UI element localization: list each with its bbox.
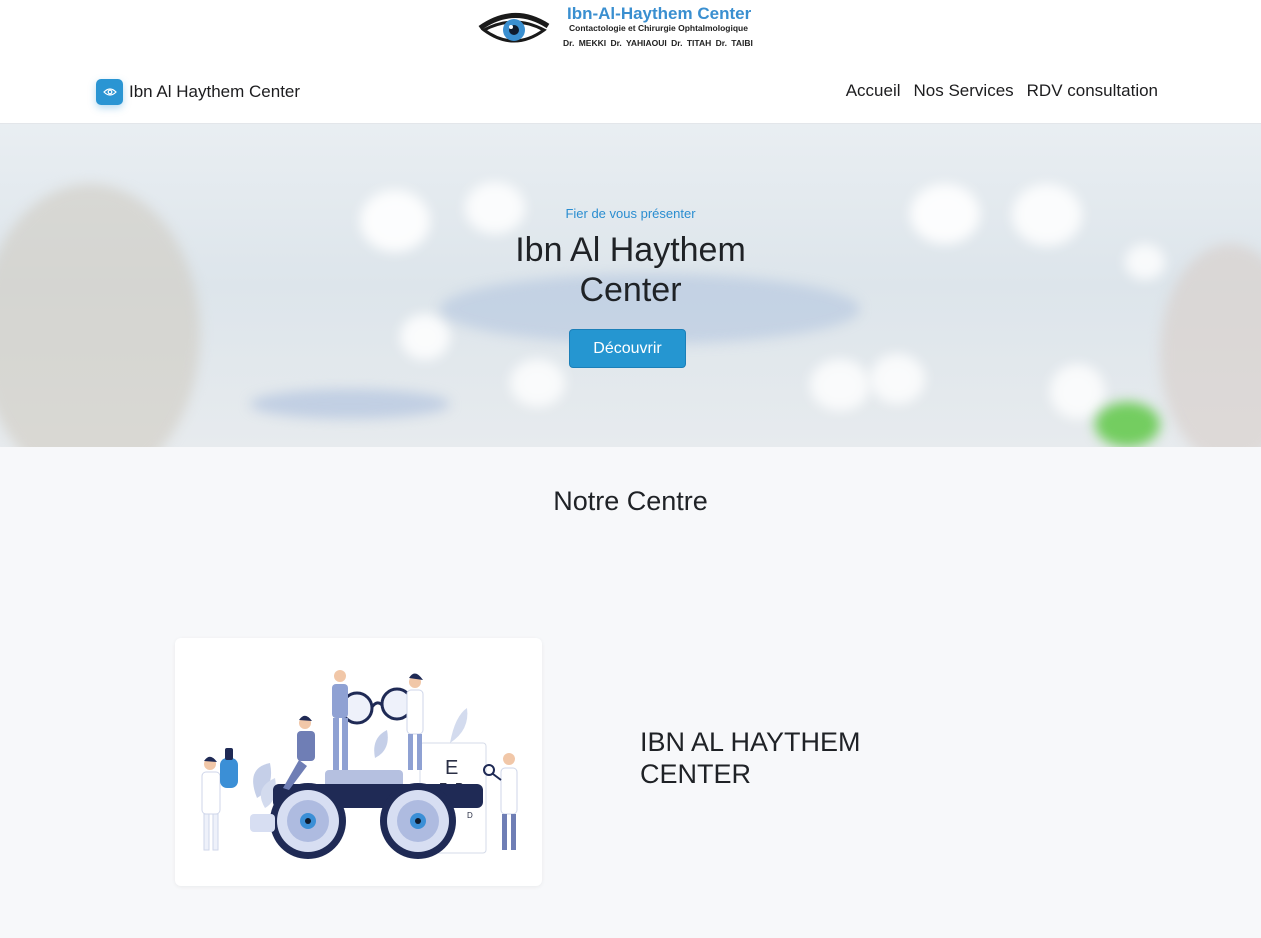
eye-chart-letter: E	[445, 757, 458, 779]
logo-doctors: Dr. MEKKI Dr. YAHIAOUI Dr. TITAH Dr. TAI…	[563, 38, 753, 48]
eye-chart-letter: D	[467, 811, 473, 820]
nav-links: Accueil Nos Services RDV consultation	[846, 81, 1158, 101]
hero-title: Ibn Al Haythem Center	[0, 230, 1261, 310]
bokeh-light	[1050, 364, 1105, 419]
bokeh-light	[810, 359, 870, 411]
navbar-brand[interactable]: Ibn Al Haythem Center	[96, 79, 300, 105]
navbar: Ibn Al Haythem Center Accueil Nos Servic…	[0, 60, 1261, 124]
hero-title-line: Center	[579, 271, 682, 309]
centre-illustration-card: E F P Z D	[175, 638, 542, 886]
logo-subtitle: Contactologie et Chirurgie Ophtalmologiq…	[569, 23, 748, 33]
discover-button[interactable]: Découvrir	[569, 329, 686, 368]
ophthalmology-illustration: E F P Z D	[201, 670, 518, 859]
bokeh-light	[0, 184, 200, 447]
bokeh-light	[510, 359, 565, 407]
centre-name: IBN AL HAYTHEM CENTER	[640, 726, 900, 790]
centre-name-line: CENTER	[640, 759, 752, 789]
bokeh-green	[1095, 402, 1160, 447]
bokeh-light	[870, 354, 925, 404]
section-title: Notre Centre	[553, 486, 708, 516]
eye-icon	[96, 79, 123, 105]
hero-tagline: Fier de vous présenter	[565, 206, 696, 221]
nav-link-rdv-consultation[interactable]: RDV consultation	[1027, 81, 1158, 101]
logo-title: Ibn-Al-Haythem Center	[567, 4, 752, 23]
bokeh-light	[400, 314, 450, 360]
logo-banner: Ibn-Al-Haythem Center Contactologie et C…	[0, 0, 1261, 60]
nav-link-accueil[interactable]: Accueil	[846, 81, 901, 101]
hero-title-line: Ibn Al Haythem	[515, 231, 746, 269]
bokeh-blue	[250, 389, 450, 419]
centre-name-line: IBN AL HAYTHEM	[640, 727, 861, 757]
brand-name: Ibn Al Haythem Center	[129, 82, 301, 101]
nav-link-nos-services[interactable]: Nos Services	[914, 81, 1014, 101]
hero-banner: Fier de vous présenter Ibn Al Haythem Ce…	[0, 124, 1261, 447]
logo-eye-icon	[478, 13, 550, 43]
